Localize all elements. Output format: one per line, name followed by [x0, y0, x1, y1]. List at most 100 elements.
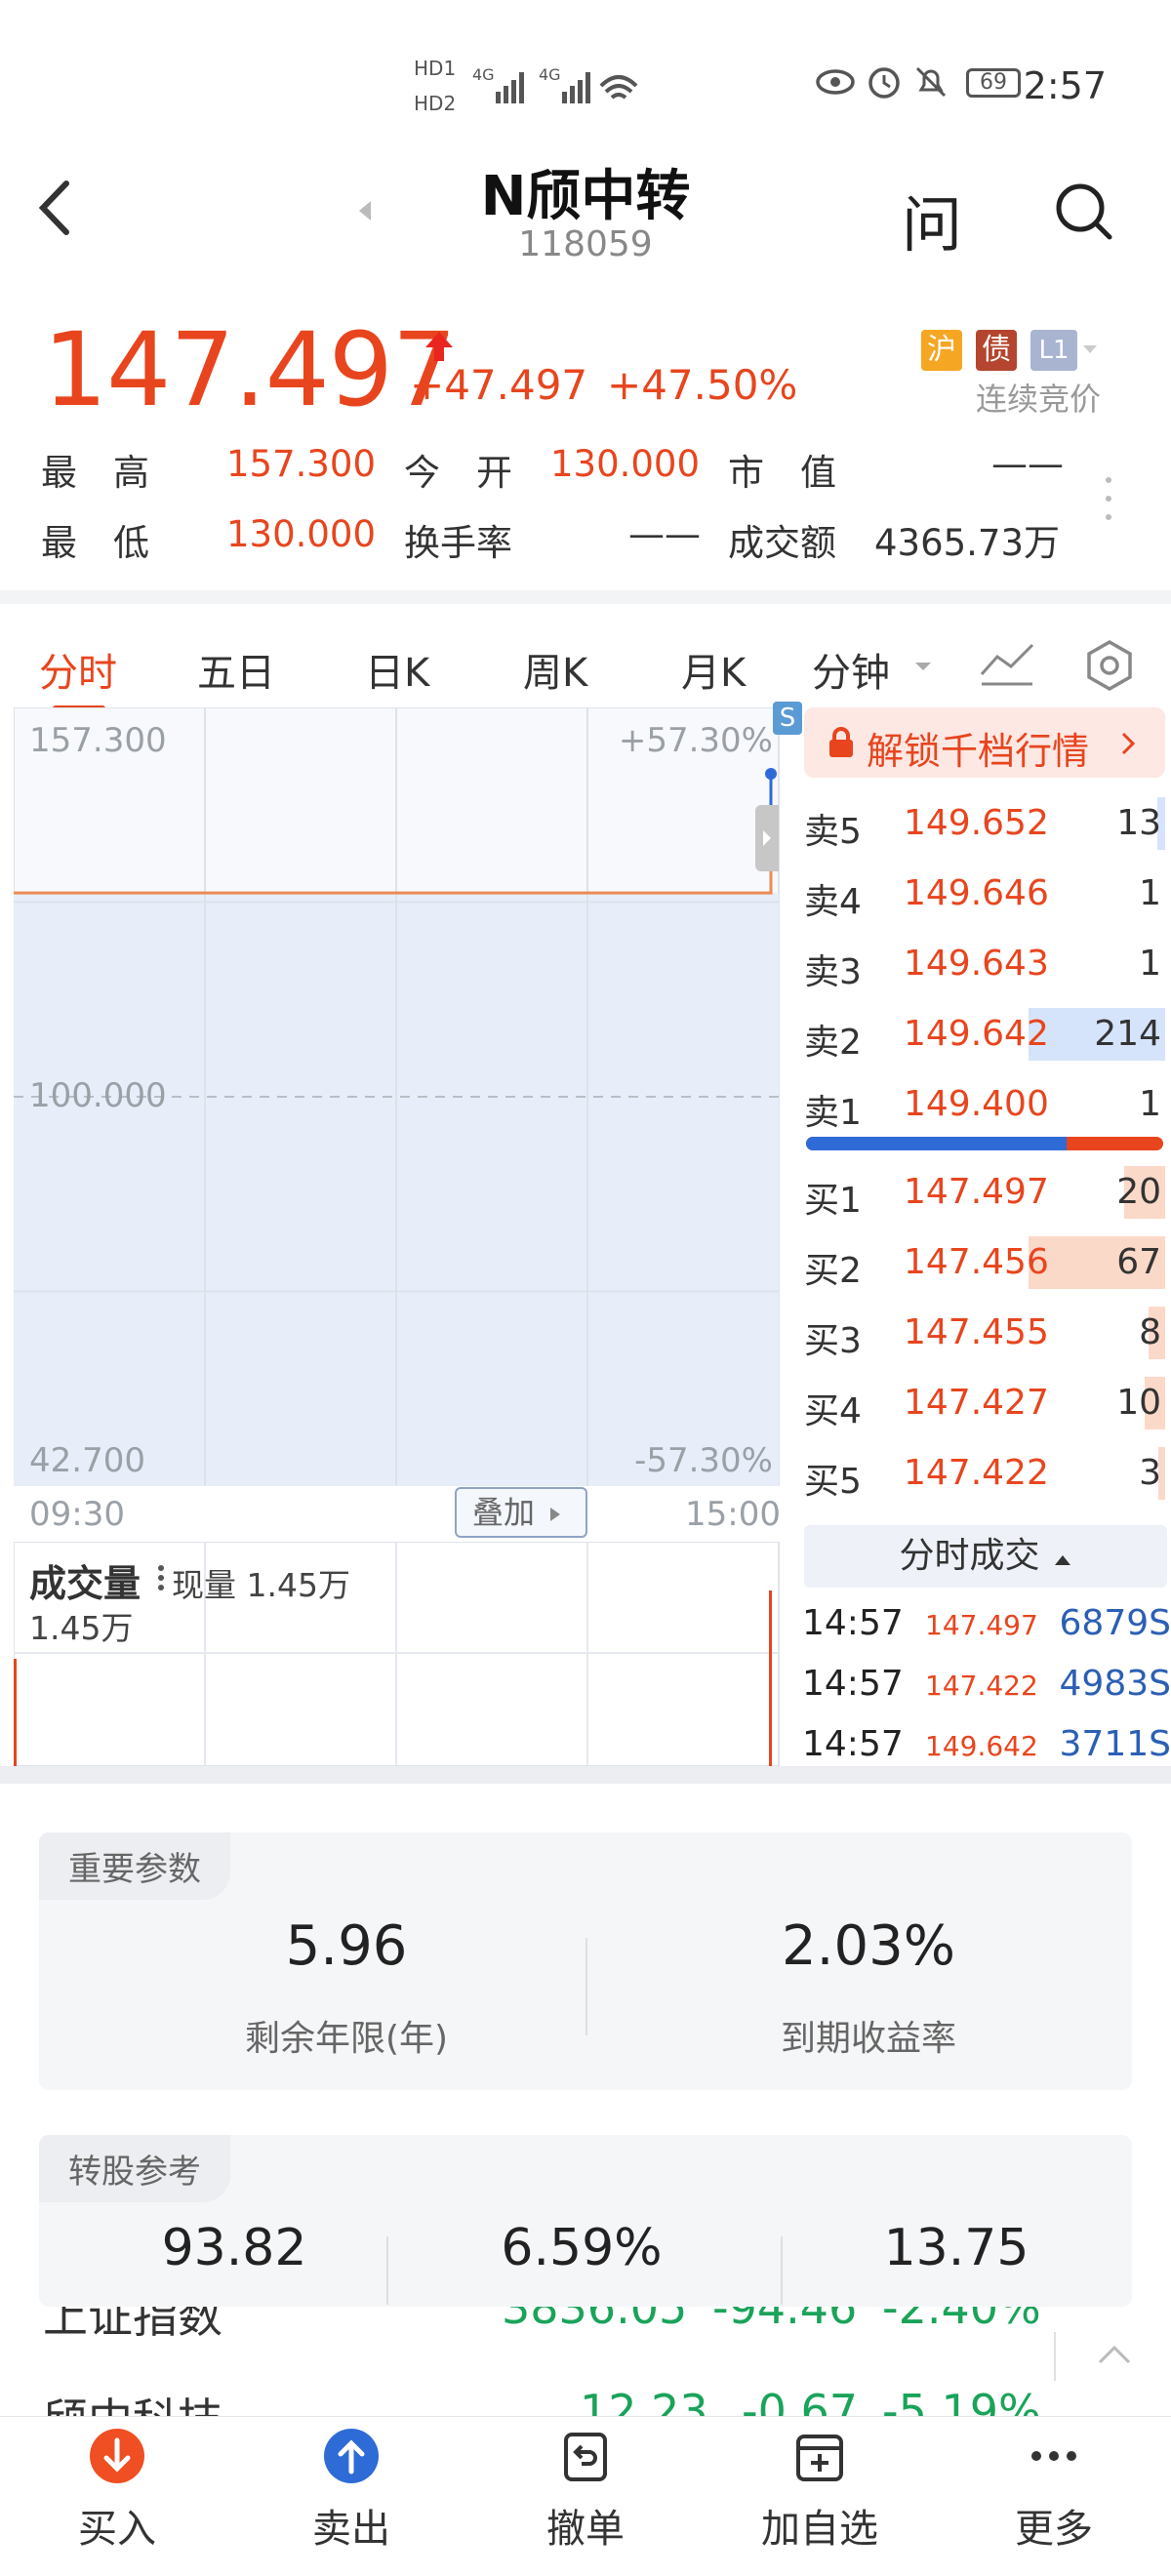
more-vertical-icon[interactable]: [1103, 474, 1114, 523]
add-watchlist-button[interactable]: 加自选: [703, 2427, 937, 2554]
volume-chart[interactable]: 成交量 现量 1.45万 1.45万: [14, 1542, 787, 1766]
ticks-header[interactable]: 分时成交: [804, 1525, 1167, 1588]
buy-ratio-fill: [806, 1137, 1068, 1150]
trading-status: 连续竞价: [976, 381, 1102, 418]
bid-row[interactable]: 买1 147.497 20: [800, 1158, 1171, 1228]
tab-daily-k[interactable]: 日K: [365, 641, 429, 698]
ask-volume: 1: [1139, 873, 1161, 913]
bid-level: 买1: [804, 1181, 862, 1221]
ask-level: 卖5: [804, 812, 862, 852]
related-change: -0.67: [742, 2385, 859, 2416]
y-mid-price: 100.000: [29, 1076, 167, 1115]
quote-panel: 147.497 +47.497 +47.50% 沪 债 L1 连续竞价 最 高 …: [0, 293, 1171, 585]
search-icon[interactable]: [1054, 181, 1112, 240]
volume-now: 现量 1.45万: [172, 1566, 350, 1604]
ask-price: 149.643: [904, 944, 1049, 984]
up-arrow-icon: [425, 332, 453, 361]
chevron-down-icon[interactable]: [1081, 343, 1099, 355]
alarm-icon: [868, 67, 900, 99]
remaining-years-label: 剩余年限(年): [244, 2019, 449, 2059]
amount-value: 4365.73万: [874, 522, 1061, 564]
bid-row[interactable]: 买3 147.455 8: [800, 1299, 1171, 1369]
tab-weekly-k[interactable]: 周K: [523, 641, 587, 698]
more-button[interactable]: 更多: [937, 2427, 1171, 2554]
market-badge: 沪: [921, 330, 962, 371]
price-change: +47.497: [410, 361, 588, 409]
ticks-title: 分时成交: [899, 1536, 1040, 1576]
more-icon: [1031, 2451, 1076, 2461]
key-params-card: 重要参数 5.96 剩余年限(年) 2.03% 到期收益率: [39, 1832, 1132, 2090]
sim-label-2: HD2: [414, 92, 457, 115]
buy-button[interactable]: 买入: [0, 2427, 234, 2554]
tab-intraday[interactable]: 分时: [39, 641, 117, 698]
unlock-depth-button[interactable]: 解锁千档行情: [804, 707, 1165, 778]
bid-row[interactable]: 买5 147.422 3: [800, 1439, 1171, 1509]
intraday-chart[interactable]: 157.300 +57.30% 100.000 42.700 -57.30% S: [14, 702, 802, 1486]
cancel-order-button[interactable]: 撤单: [468, 2427, 703, 2554]
buy-sell-ratio-bar: [806, 1137, 1163, 1150]
ask-button[interactable]: 问: [902, 176, 962, 263]
section-divider: [0, 1766, 1171, 1784]
mcap-value: ——: [991, 443, 1064, 485]
overlay-button[interactable]: 叠加: [455, 1487, 587, 1538]
expand-handle[interactable]: [755, 805, 779, 871]
ask-row[interactable]: 卖5 149.652 13: [800, 789, 1171, 860]
settings-icon[interactable]: [1083, 639, 1136, 692]
volume-axis-max: 1.45万: [29, 1609, 134, 1647]
tick-time: 14:57: [802, 1724, 904, 1764]
volume-title: 成交量: [29, 1562, 141, 1605]
ask-price: 149.400: [904, 1084, 1049, 1124]
ask-row[interactable]: 卖3 149.643 1: [800, 930, 1171, 1000]
ytm-value: 2.03%: [782, 1914, 955, 1978]
chart-tabs: 分时 五日 日K 周K 月K 分钟: [0, 590, 1171, 711]
bid-row[interactable]: 买4 147.427 10: [800, 1369, 1171, 1439]
ask-row[interactable]: 卖4 149.646 1: [800, 860, 1171, 930]
ask-volume: 214: [1094, 1014, 1161, 1054]
bid-volume: 20: [1116, 1172, 1161, 1212]
related-row[interactable]: 上证指数 3836.05 -94.46 -2.40%: [0, 2307, 1171, 2343]
related-price: 3836.05: [502, 2307, 688, 2334]
stock-name: N颀中转: [480, 165, 691, 228]
last-price: 147.497: [43, 310, 457, 429]
ask-row[interactable]: 卖1 149.400 1: [800, 1070, 1171, 1141]
y-top-pct: +57.30%: [618, 721, 773, 760]
add-watchlist-icon: [796, 2435, 843, 2481]
tick-row: 14:57 147.497 6879S: [800, 1597, 1171, 1658]
bid-price: 147.422: [904, 1453, 1049, 1493]
turnover-label: 换手率: [404, 522, 512, 564]
ask-row[interactable]: 卖2 149.642 214: [800, 1000, 1171, 1070]
ask-price: 149.652: [904, 803, 1049, 843]
indicator-icon[interactable]: [980, 639, 1034, 688]
tick-time: 14:57: [802, 1664, 904, 1704]
conversion-value-3: 13.75: [883, 2219, 1030, 2277]
turnover-value: ——: [628, 513, 701, 555]
status-bar: HD1 HD2 4G 4G 69 2:57: [0, 0, 1171, 146]
unlock-label: 解锁千档行情: [867, 730, 1090, 773]
header: N颀中转 118059 问: [0, 146, 1171, 283]
tick-row: 14:57 147.422 4983S: [800, 1658, 1171, 1718]
tick-time: 14:57: [802, 1603, 904, 1643]
high-label: 最 高: [41, 452, 149, 494]
tick-volume: 4983S: [1059, 1664, 1171, 1704]
related-change: -94.46: [712, 2307, 858, 2334]
level-badge[interactable]: L1: [1030, 330, 1077, 371]
related-name: 颀中科技: [43, 2385, 222, 2416]
chevron-up-icon[interactable]: [1097, 2344, 1132, 2365]
chevron-down-icon[interactable]: [913, 661, 933, 672]
bid-level: 买4: [804, 1391, 862, 1431]
ask-price: 149.646: [904, 873, 1049, 913]
sell-button[interactable]: 卖出: [234, 2427, 468, 2554]
chevron-up-icon: [1054, 1555, 1070, 1565]
ask-volume: 13: [1116, 803, 1161, 843]
bid-row[interactable]: 买2 147.456 67: [800, 1228, 1171, 1299]
tick-volume: 6879S: [1059, 1603, 1171, 1643]
tab-monthly-k[interactable]: 月K: [681, 641, 746, 698]
tab-five-day[interactable]: 五日: [197, 641, 275, 698]
bid-price: 147.427: [904, 1383, 1049, 1423]
tick-price: 147.497: [925, 1609, 1038, 1641]
tab-minute[interactable]: 分钟: [812, 641, 890, 698]
bid-price: 147.497: [904, 1172, 1049, 1212]
more-vertical-icon[interactable]: [156, 1563, 166, 1592]
related-row[interactable]: 颀中科技 12.23 -0.67 -5.19%: [0, 2385, 1171, 2416]
cancel-order-label: 撤单: [546, 2507, 625, 2552]
